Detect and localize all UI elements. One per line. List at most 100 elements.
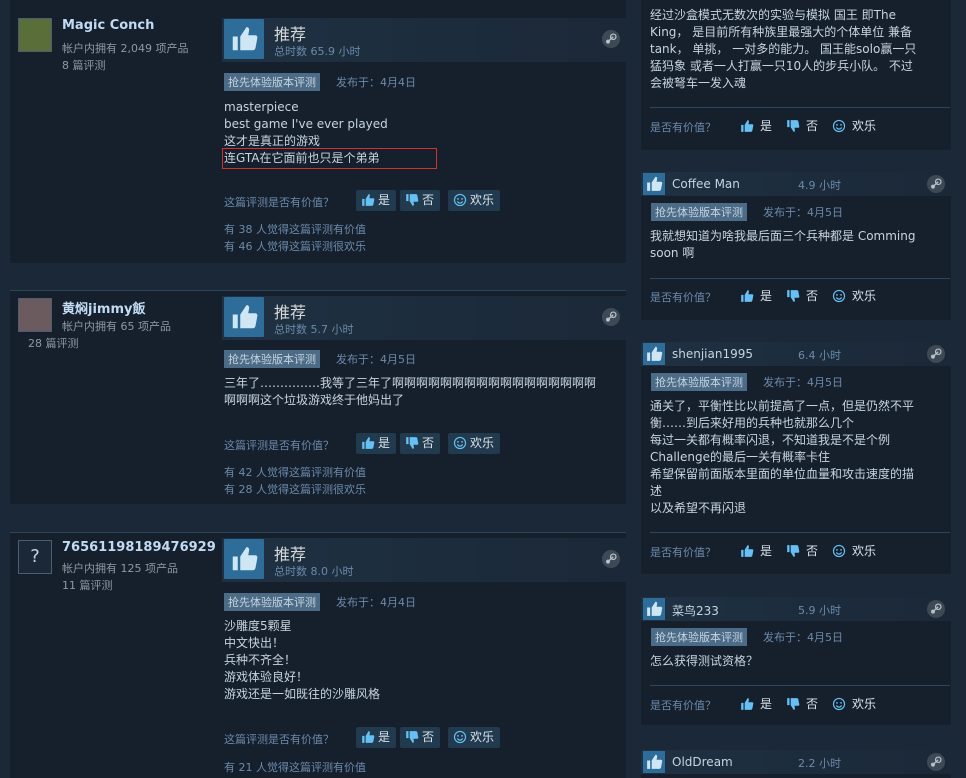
recommendation-title: 推荐: [274, 545, 307, 564]
author-products[interactable]: 帐户内拥有 2,049 项产品: [62, 40, 188, 56]
author-name[interactable]: OldDream: [672, 755, 733, 769]
helpful-question: 是否有价值？: [650, 291, 716, 304]
review-card: ? 76561198189476929 帐户内拥有 125 项产品 11 篇评测…: [10, 532, 626, 778]
review-line: soon 啊: [650, 246, 695, 260]
review-line: 游戏还是一如既往的沙雕风格: [224, 687, 381, 701]
helpful-row: 是否有价值？ 是 否 欢乐: [650, 694, 950, 714]
early-access-badge: 抢先体验版本评测: [651, 373, 747, 391]
helpful-row: 这篇评测是否有价值？ 是 否 欢乐: [224, 190, 624, 212]
thumbs-up-icon: [224, 19, 264, 59]
review-line: 每过一关都有概率闪退，不知道我是不是个例: [650, 433, 891, 447]
author-review-count[interactable]: 8 篇评测: [62, 57, 106, 73]
vote-yes-button[interactable]: 是: [356, 190, 397, 211]
review-line: King， 是目前所有种族里最强大的个体单位 兼备: [650, 25, 913, 39]
review-line: 希望保留前面版本里面的单位血量和攻击速度的描: [650, 467, 915, 481]
thumbs-down-icon: [405, 730, 419, 744]
vote-yes-button[interactable]: 是: [740, 694, 772, 714]
review-card: Magic Conch 帐户内拥有 2,049 项产品 8 篇评测 推荐 总时数…: [10, 0, 626, 263]
review-body: 怎么获得测试资格？: [650, 653, 945, 670]
vote-header[interactable]: 推荐 总时数 65.9 小时: [222, 18, 626, 62]
highlighted-review-line: 连GTA在它面前也只是个弟弟: [222, 148, 437, 169]
review-line: 经过沙盒模式无数次的实验与模拟 国王 即The: [650, 8, 896, 22]
review-line: 沙雕度5颗星: [224, 619, 292, 633]
review-body: 三年了……………我等了三年了啊啊啊啊啊啊啊啊啊啊啊啊啊啊啊啊啊 啊啊啊这个垃圾游…: [224, 375, 624, 409]
review-card: 菜鸟233 5.9 小时 抢先体验版本评测 发布于：4月5日 怎么获得测试资格？…: [641, 597, 951, 725]
review-line: 以及希望不再闪退: [650, 501, 747, 515]
vote-funny-button[interactable]: 欢乐: [832, 286, 876, 306]
steam-icon: [927, 345, 945, 363]
author-name[interactable]: 76561198189476929: [62, 540, 216, 555]
avatar[interactable]: [18, 18, 52, 52]
review-line: 这才是真正的游戏: [224, 134, 321, 148]
helpful-question: 是否有价值？: [650, 699, 716, 712]
vote-yes-button[interactable]: 是: [356, 727, 397, 748]
early-access-badge: 抢先体验版本评测: [224, 593, 320, 611]
author-review-count[interactable]: 11 篇评测: [62, 577, 113, 593]
vote-yes-button[interactable]: 是: [740, 116, 772, 136]
vote-header[interactable]: 推荐 总时数 5.7 小时: [222, 296, 626, 340]
vote-funny-button[interactable]: 欢乐: [832, 694, 876, 714]
funny-count: 有 46 人觉得这篇评测很欢乐: [224, 240, 366, 253]
review-card: shenjian1995 6.4 小时 抢先体验版本评测 发布于：4月5日 通关…: [641, 342, 951, 574]
vote-no-button[interactable]: 否: [786, 286, 818, 306]
author-products[interactable]: 帐户内拥有 125 项产品: [62, 560, 178, 576]
review-line: 啊啊啊这个垃圾游戏终于他妈出了: [224, 393, 405, 407]
author-name[interactable]: 黄焖jimmy飯: [62, 298, 145, 317]
posted-date: 发布于：4月5日: [336, 353, 416, 366]
smile-icon: [832, 697, 846, 711]
author-products[interactable]: 帐户内拥有 65 项产品: [62, 318, 171, 334]
helpful-question: 是否有价值？: [650, 121, 716, 134]
steam-icon: [602, 550, 620, 568]
vote-funny-button[interactable]: 欢乐: [448, 190, 501, 211]
helpful-row: 是否有价值？ 是 否 欢乐: [650, 116, 950, 136]
helpful-count: 有 42 人觉得这篇评测有价值: [224, 466, 366, 479]
thumbs-up-icon: [740, 697, 754, 711]
review-header[interactable]: 菜鸟233 5.9 小时: [641, 597, 951, 621]
smile-icon: [453, 730, 467, 744]
vote-funny-button[interactable]: 欢乐: [448, 727, 501, 748]
review-line: 怎么获得测试资格？: [650, 654, 759, 668]
author-name[interactable]: 菜鸟233: [672, 602, 719, 619]
review-line: 述: [650, 484, 663, 498]
steam-icon: [927, 175, 945, 193]
steam-icon: [602, 30, 620, 48]
thumbs-down-icon: [786, 544, 800, 558]
smile-icon: [453, 436, 467, 450]
vote-no-button[interactable]: 否: [400, 433, 441, 454]
vote-yes-button[interactable]: 是: [356, 433, 397, 454]
review-line: best game I've ever played: [224, 117, 388, 131]
helpful-question: 这篇评测是否有价值？: [224, 196, 334, 209]
avatar[interactable]: [18, 298, 52, 332]
review-header[interactable]: shenjian1995 6.4 小时: [641, 342, 951, 366]
avatar[interactable]: ?: [18, 540, 52, 574]
review-header[interactable]: Coffee Man 4.9 小时: [641, 172, 951, 196]
vote-funny-button[interactable]: 欢乐: [832, 541, 876, 561]
author-review-count[interactable]: 28 篇评测: [28, 335, 79, 351]
playtime: 5.9 小时: [798, 604, 841, 617]
thumbs-up-icon: [643, 598, 665, 620]
vote-no-button[interactable]: 否: [786, 694, 818, 714]
vote-no-button[interactable]: 否: [786, 116, 818, 136]
vote-yes-button[interactable]: 是: [740, 286, 772, 306]
posted-date: 发布于：4月4日: [336, 596, 416, 609]
review-body: masterpiece best game I've ever played 这…: [222, 99, 624, 169]
vote-no-button[interactable]: 否: [400, 727, 441, 748]
vote-funny-button[interactable]: 欢乐: [448, 433, 501, 454]
steam-icon: [927, 600, 945, 618]
author-name[interactable]: Magic Conch: [62, 18, 154, 33]
vote-no-button[interactable]: 否: [786, 541, 818, 561]
author-name[interactable]: shenjian1995: [672, 347, 753, 361]
review-line: 游戏体验良好！: [224, 670, 309, 684]
vote-funny-button[interactable]: 欢乐: [832, 116, 876, 136]
vote-header[interactable]: 推荐 总时数 8.0 小时: [222, 538, 626, 582]
thumbs-up-icon: [740, 119, 754, 133]
early-access-badge: 抢先体验版本评测: [224, 350, 320, 368]
vote-yes-button[interactable]: 是: [740, 541, 772, 561]
author-name[interactable]: Coffee Man: [672, 177, 740, 191]
helpful-row: 是否有价值？ 是 否 欢乐: [650, 286, 950, 306]
posted-date: 发布于：4月4日: [336, 76, 416, 89]
review-header[interactable]: OldDream 2.2 小时: [641, 750, 951, 774]
review-line: tank， 单挑， 一对多的能力。 国王能solo赢一只: [650, 42, 917, 56]
vote-no-button[interactable]: 否: [400, 190, 441, 211]
review-line: 三年了……………我等了三年了啊啊啊啊啊啊啊啊啊啊啊啊啊啊啊啊啊: [224, 376, 597, 390]
